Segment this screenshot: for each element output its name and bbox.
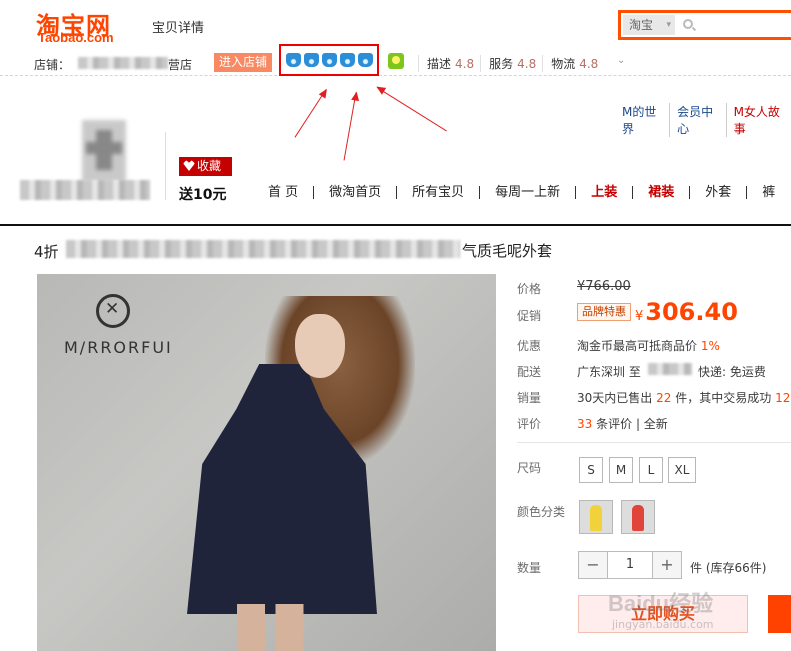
shop-logo-image: [82, 120, 126, 182]
taobao-logo-subtitle[interactable]: Taobao.com: [38, 30, 114, 45]
nav-tops[interactable]: 上装: [575, 186, 632, 199]
ship-from: 广东深圳 至: [577, 365, 641, 379]
divider: [165, 132, 166, 200]
size-label: 尺码: [517, 461, 542, 475]
size-option-s[interactable]: S: [579, 457, 603, 483]
rating-description: 描述 4.8: [418, 55, 474, 72]
search-scope-select[interactable]: 淘宝 ▾: [623, 15, 675, 35]
search-scope-label: 淘宝: [629, 18, 654, 32]
discount-label: 优惠: [517, 339, 542, 353]
seller-credit-highlight: [279, 44, 379, 76]
crown-icon: [358, 53, 373, 67]
product-main-image[interactable]: M/RRORFUI: [37, 274, 496, 651]
color-option-red[interactable]: [621, 500, 655, 534]
coupon-amount: 10: [193, 187, 213, 203]
original-price: ¥766.00: [577, 279, 631, 294]
discount-text[interactable]: 淘金币最高可抵商品价 1%: [577, 337, 720, 354]
product-title-blurred: [66, 240, 460, 258]
crown-icon: [304, 53, 319, 67]
crown-icon: [322, 53, 337, 67]
link-m-story[interactable]: M女人故事: [725, 103, 791, 137]
nav-divider: [0, 224, 791, 226]
search-bar[interactable]: 淘宝 ▾: [618, 10, 791, 40]
annotation-arrow: [376, 87, 447, 132]
rating-logistics: 物流 4.8: [542, 55, 598, 72]
shop-ratings[interactable]: 描述 4.8 服务 4.8 物流 4.8: [418, 55, 598, 72]
shop-nav: 首 页 微淘首页 所有宝贝 每周一上新 上装 裙装 外套 裤: [253, 186, 790, 199]
coupon-prefix: 送: [179, 187, 193, 203]
crown-icon: [286, 53, 301, 67]
add-to-cart-button[interactable]: [768, 595, 791, 633]
favorite-label: 收藏: [197, 159, 222, 173]
price-label: 价格: [517, 282, 542, 296]
shop-logo-blurred[interactable]: [20, 120, 150, 204]
baidu-watermark-url: jingyan.baidu.com: [612, 618, 714, 631]
shop-name-suffix: 营店: [168, 58, 193, 72]
nav-dresses[interactable]: 裙装: [632, 186, 689, 199]
nav-pants[interactable]: 裤: [746, 186, 790, 199]
quantity-plus-button[interactable]: +: [653, 552, 681, 578]
crown-icon: [340, 53, 355, 67]
product-title-start: 4折: [34, 243, 59, 261]
enter-shop-button[interactable]: 进入店铺: [214, 53, 272, 72]
size-option-m[interactable]: M: [609, 457, 633, 483]
baidu-watermark: Baidu经验: [608, 591, 714, 616]
ship-destination-select[interactable]: [648, 363, 692, 375]
link-m-world[interactable]: M的世界: [622, 103, 669, 137]
rating-service: 服务 4.8: [480, 55, 536, 72]
promo-price: ¥306.40: [635, 298, 738, 326]
shop-top-links: M的世界 会员中心 M女人故事: [622, 103, 791, 137]
promo-label: 促销: [517, 309, 542, 323]
model-legs: [237, 604, 307, 651]
coupon-offer[interactable]: 送10元: [179, 184, 226, 204]
promo-price-value: 306.40: [645, 298, 738, 326]
quantity-label: 数量: [517, 561, 542, 575]
nav-all-items[interactable]: 所有宝贝: [396, 186, 479, 199]
size-option-xl[interactable]: XL: [668, 457, 696, 483]
shop-label: 店铺：: [34, 58, 71, 72]
currency-symbol: ¥: [635, 309, 644, 324]
quantity-stepper[interactable]: − 1 +: [578, 551, 682, 579]
stock-text: 件 (库存66件): [690, 561, 767, 575]
product-title-end: 气质毛呢外套: [462, 242, 553, 260]
reviews-link[interactable]: 33 条评价 | 全新: [577, 415, 668, 432]
color-label: 颜色分类: [517, 505, 566, 519]
ship-fee: 快递: 免运费: [698, 365, 766, 379]
coupon-unit: 元: [212, 187, 227, 203]
shipping-label: 配送: [517, 365, 542, 379]
sales-text: 30天内已售出 22 件，其中交易成功 12: [577, 391, 791, 405]
promo-tag: 品牌特惠: [577, 303, 631, 321]
annotation-arrow: [294, 89, 327, 138]
link-member-center[interactable]: 会员中心: [669, 103, 726, 137]
reviews-label: 评价: [517, 417, 542, 431]
shop-name-blurred[interactable]: [78, 57, 168, 69]
model-face: [295, 314, 345, 378]
brand-logo-text: M/RRORFUI: [64, 338, 173, 357]
brand-logo-icon: [96, 294, 130, 328]
quantity-minus-button[interactable]: −: [579, 552, 607, 578]
chevron-down-icon: ▾: [666, 20, 671, 30]
nav-outerwear[interactable]: 外套: [689, 186, 746, 199]
nav-home[interactable]: 首 页: [253, 186, 313, 199]
quantity-input[interactable]: 1: [607, 552, 653, 578]
color-swatch: [632, 505, 644, 531]
page-type-label: 宝贝详情: [152, 21, 205, 36]
nav-weitao[interactable]: 微淘首页: [313, 186, 396, 199]
shop-logo-name-blurred: [20, 180, 150, 200]
divider: [517, 442, 791, 443]
color-swatch: [590, 505, 602, 531]
nav-weekly-new[interactable]: 每周一上新: [479, 186, 575, 199]
sales-label: 销量: [517, 391, 542, 405]
chevron-down-icon[interactable]: ⌄: [617, 55, 625, 66]
annotation-arrow: [343, 92, 357, 161]
search-icon: [683, 19, 693, 29]
color-option-yellow[interactable]: [579, 500, 613, 534]
consumer-protection-icon[interactable]: [388, 53, 404, 69]
heart-icon: [183, 160, 195, 171]
favorite-shop-button[interactable]: 收藏: [179, 157, 232, 176]
size-option-l[interactable]: L: [639, 457, 663, 483]
